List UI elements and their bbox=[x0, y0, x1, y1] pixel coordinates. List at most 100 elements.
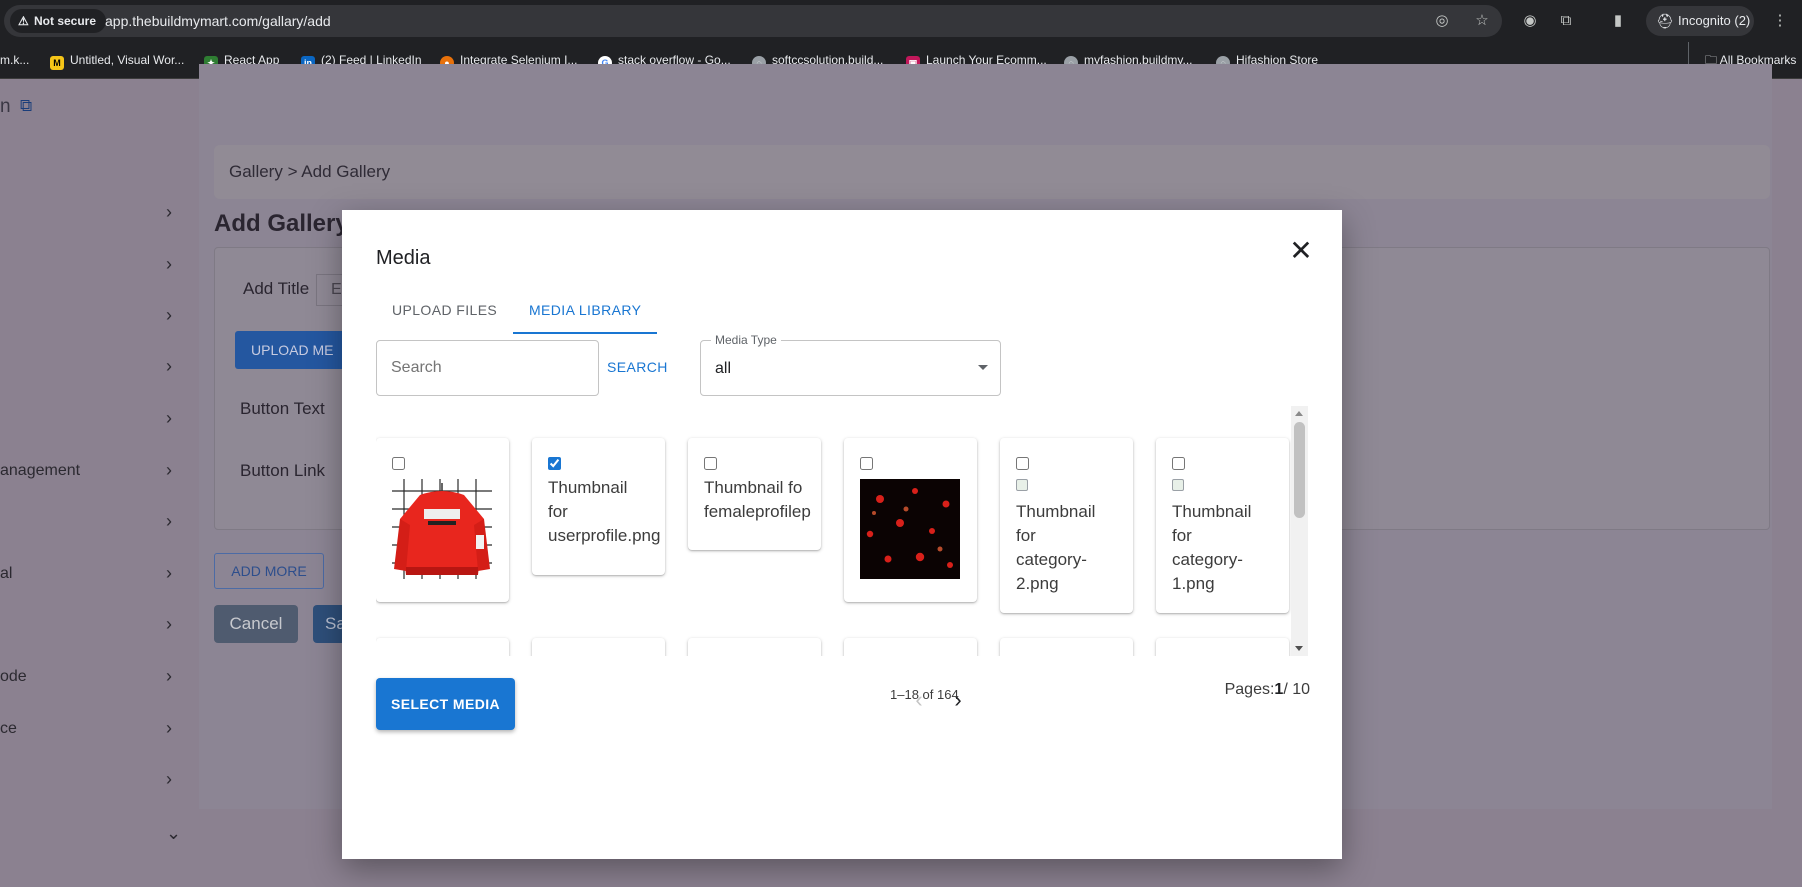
address-bar[interactable]: ⚠ Not secure app.thebuildmymart.com/gall… bbox=[4, 5, 1502, 37]
sidebar-chevron-right-icon[interactable]: › bbox=[166, 203, 182, 221]
alt-line: Thumbnail bbox=[1016, 502, 1096, 521]
broken-image-alt: Thumbnail for userprofile.png bbox=[548, 476, 665, 548]
tab-upload-files[interactable]: UPLOAD FILES bbox=[376, 286, 513, 334]
alt-line: userprofile.png bbox=[548, 526, 661, 545]
media-card[interactable]: Thumbnail for category- 1.png bbox=[1156, 438, 1289, 613]
media-checkbox[interactable] bbox=[392, 457, 405, 470]
incognito-icon: ⛑ bbox=[1656, 13, 1674, 29]
media-card[interactable] bbox=[1000, 638, 1133, 656]
not-secure-label: Not secure bbox=[34, 14, 97, 28]
media-card[interactable]: Thumbnail for userprofile.png bbox=[532, 438, 665, 575]
url-text[interactable]: app.thebuildmymart.com/gallary/add bbox=[105, 5, 331, 37]
sidebar-chevron-right-icon[interactable]: › bbox=[166, 409, 182, 427]
alt-line: for bbox=[1172, 526, 1192, 545]
incognito-indicator[interactable]: ⛑ Incognito (2) bbox=[1646, 6, 1754, 36]
incognito-label: Incognito (2) bbox=[1678, 13, 1751, 28]
media-card[interactable] bbox=[376, 638, 509, 656]
sidebar-chevron-right-icon[interactable]: › bbox=[166, 564, 182, 582]
sidebar-item-label[interactable]: anagement bbox=[0, 462, 80, 480]
broken-image-alt: Thumbnail fo femaleprofilep bbox=[704, 476, 821, 524]
scroll-down-arrow-icon[interactable] bbox=[1295, 646, 1303, 651]
save-button[interactable]: Sa bbox=[313, 605, 346, 643]
media-card[interactable] bbox=[844, 438, 977, 602]
pages-label: Pages: bbox=[1224, 681, 1275, 698]
media-checkbox[interactable] bbox=[1016, 457, 1029, 470]
breadcrumb: Gallery > Add Gallery bbox=[214, 145, 1770, 199]
alt-line: 2.png bbox=[1016, 574, 1059, 593]
tab-media-library[interactable]: MEDIA LIBRARY bbox=[513, 286, 658, 334]
page-title: Add Gallery bbox=[214, 210, 349, 237]
media-checkbox[interactable] bbox=[548, 457, 561, 470]
red-bokeh-image bbox=[860, 479, 960, 579]
media-card[interactable] bbox=[844, 638, 977, 656]
browser-toolbar: ⚠ Not secure app.thebuildmymart.com/gall… bbox=[0, 0, 1802, 42]
app-title-fragment: n bbox=[0, 96, 11, 117]
media-checkbox[interactable] bbox=[704, 457, 717, 470]
media-grid[interactable]: Thumbnail for userprofile.png Thumbnail … bbox=[376, 406, 1310, 656]
not-secure-badge[interactable]: ⚠ Not secure bbox=[10, 9, 107, 33]
close-icon[interactable]: ✕ bbox=[1286, 236, 1316, 266]
broken-image-icon bbox=[1016, 479, 1028, 491]
sidebar-chevron-right-icon[interactable]: › bbox=[166, 667, 182, 685]
media-dialog: Media ✕ UPLOAD FILES MEDIA LIBRARY SEARC… bbox=[342, 210, 1342, 859]
miro-icon: M bbox=[50, 56, 64, 70]
sidebar-chevron-right-icon[interactable]: › bbox=[166, 306, 182, 324]
external-link-icon[interactable]: ⧉ bbox=[20, 96, 32, 116]
add-more-button[interactable]: ADD MORE bbox=[214, 553, 324, 589]
side-panel-icon[interactable]: ▮ bbox=[1608, 11, 1628, 31]
broken-image-alt: Thumbnail for category- 2.png bbox=[1016, 476, 1133, 596]
scrollbar-thumb[interactable] bbox=[1294, 422, 1305, 518]
add-title-label: Add Title bbox=[243, 279, 310, 298]
sidebar-chevron-right-icon[interactable]: › bbox=[166, 461, 182, 479]
broken-image-alt: Thumbnail for category- 1.png bbox=[1172, 476, 1289, 596]
alt-line: 1.png bbox=[1172, 574, 1215, 593]
media-checkbox[interactable] bbox=[860, 457, 873, 470]
sidebar-item-label[interactable]: al bbox=[0, 565, 12, 583]
select-media-button[interactable]: SELECT MEDIA bbox=[376, 678, 515, 730]
sidebar-chevron-right-icon[interactable]: › bbox=[166, 512, 182, 530]
media-card[interactable] bbox=[1156, 638, 1289, 656]
sidebar-chevron-down-icon[interactable]: ⌄ bbox=[166, 824, 182, 842]
sidebar-chevron-right-icon[interactable]: › bbox=[166, 357, 182, 375]
color-extension-icon[interactable]: ◉ bbox=[1520, 11, 1540, 31]
scroll-up-arrow-icon[interactable] bbox=[1295, 411, 1303, 416]
eye-off-icon[interactable]: ◎ bbox=[1432, 11, 1452, 31]
media-card[interactable]: Thumbnail fo femaleprofilep bbox=[688, 438, 821, 550]
media-checkbox[interactable] bbox=[1172, 457, 1185, 470]
dropdown-arrow-icon bbox=[978, 365, 988, 370]
broken-image-icon bbox=[1172, 479, 1184, 491]
sidebar-item-label[interactable]: ce bbox=[0, 720, 17, 738]
total-pages: / 10 bbox=[1283, 681, 1310, 698]
media-type-select[interactable]: Media Type all bbox=[700, 333, 1001, 396]
red-sweatshirt-image bbox=[392, 479, 492, 579]
sidebar-item-label[interactable]: ode bbox=[0, 668, 27, 686]
previous-page-icon[interactable]: ‹ bbox=[907, 689, 931, 713]
alt-line: for bbox=[1016, 526, 1036, 545]
sidebar-chevron-right-icon[interactable]: › bbox=[166, 255, 182, 273]
search-input[interactable] bbox=[376, 340, 599, 396]
next-page-icon[interactable]: › bbox=[946, 689, 970, 713]
sidebar-chevron-right-icon[interactable]: › bbox=[166, 770, 182, 788]
media-type-value: all bbox=[715, 360, 732, 377]
page-indicator: Pages:1/ 10 bbox=[1225, 681, 1310, 699]
star-icon[interactable]: ☆ bbox=[1472, 11, 1492, 31]
sidebar-chevron-right-icon[interactable]: › bbox=[166, 719, 182, 737]
sidebar-chevron-right-icon[interactable]: › bbox=[166, 615, 182, 633]
bookmark-item[interactable]: m.k... bbox=[0, 42, 29, 79]
extensions-icon[interactable]: ⧉ bbox=[1556, 11, 1576, 31]
media-card[interactable]: Thumbnail for category- 2.png bbox=[1000, 438, 1133, 613]
bookmark-item[interactable]: M Untitled, Visual Wor... bbox=[50, 42, 184, 79]
media-card[interactable] bbox=[376, 438, 509, 602]
media-card[interactable] bbox=[532, 638, 665, 656]
alt-line: category- bbox=[1172, 550, 1243, 569]
bookmark-label: Untitled, Visual Wor... bbox=[70, 53, 185, 67]
upload-media-button[interactable]: UPLOAD ME bbox=[235, 331, 345, 369]
alt-line: femaleprofilep bbox=[704, 502, 811, 521]
alt-line: Thumbnail bbox=[1172, 502, 1252, 521]
more-menu-icon[interactable]: ⋮ bbox=[1770, 11, 1790, 31]
cancel-button[interactable]: Cancel bbox=[214, 605, 298, 643]
grid-scrollbar[interactable] bbox=[1291, 406, 1308, 656]
button-text-label: Button Text bbox=[240, 399, 325, 418]
media-card[interactable] bbox=[688, 638, 821, 656]
search-button[interactable]: SEARCH bbox=[607, 352, 668, 382]
